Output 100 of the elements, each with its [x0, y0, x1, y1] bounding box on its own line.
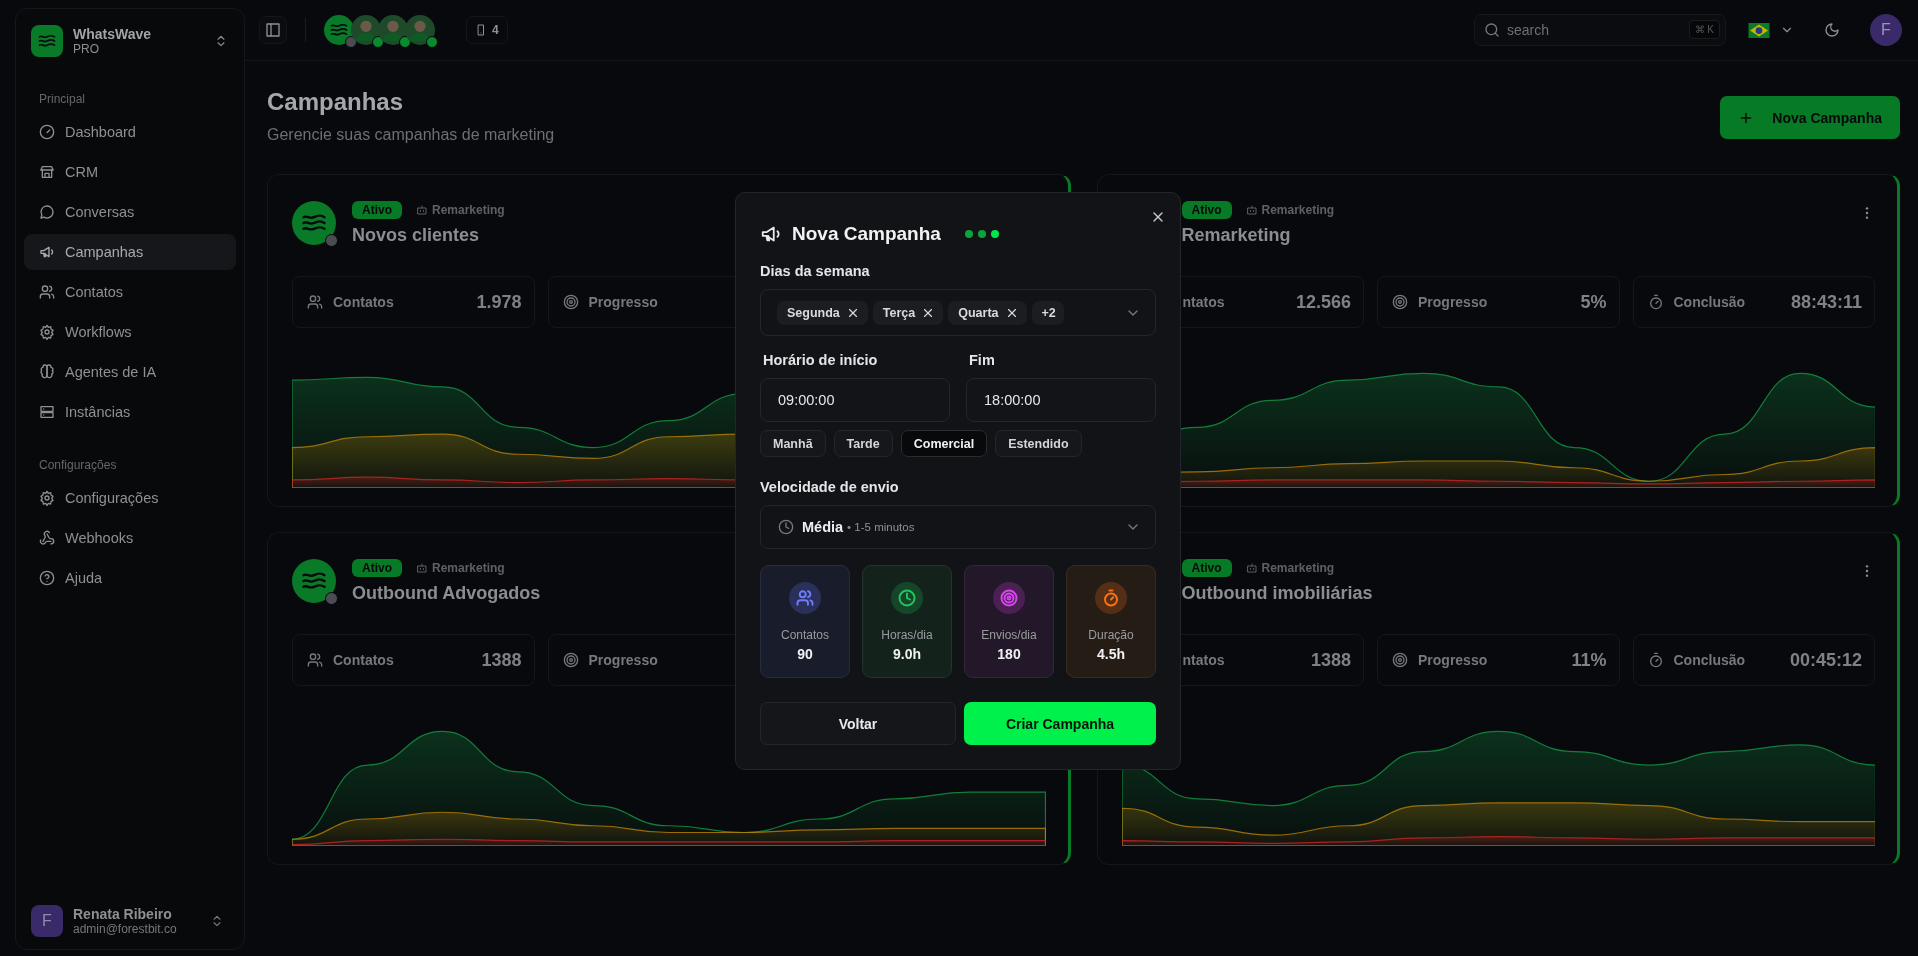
stat-label: ntatos: [1182, 294, 1226, 310]
status-badge: Ativo: [352, 201, 402, 219]
summary-label: Horas/dia: [881, 628, 933, 642]
phone-icon: [475, 24, 487, 36]
robot-icon: [416, 562, 428, 574]
field-label: Horário de início: [762, 352, 879, 368]
more-days-chip[interactable]: +2: [1031, 300, 1064, 325]
sidebar-item[interactable]: Instâncias: [24, 394, 236, 430]
user-menu[interactable]: F Renata Ribeiro admin@forestbit.co: [24, 905, 236, 937]
brain-icon: [39, 364, 55, 380]
sidebar-item[interactable]: Dashboard: [24, 114, 236, 150]
megaphone-icon: [39, 244, 55, 260]
sidebar-item[interactable]: Agentes de IA: [24, 354, 236, 390]
robot-icon: [1245, 204, 1258, 216]
stat-value: 1.978: [476, 291, 522, 313]
users-icon: [307, 294, 323, 310]
panel-icon: [265, 22, 281, 38]
stat-label: Progresso: [1418, 652, 1489, 668]
campaign-name: Novos clientes: [352, 225, 480, 246]
day-chip[interactable]: Segunda: [777, 300, 868, 325]
store-icon: [39, 164, 55, 180]
day-chip[interactable]: Quarta: [948, 300, 1027, 325]
user-email: admin@forestbit.co: [73, 922, 178, 936]
sidebar-item[interactable]: Ajuda: [24, 560, 236, 596]
shortcut-hint: ⌘ K: [1688, 20, 1720, 39]
target-icon: [1392, 652, 1408, 668]
sidebar-item[interactable]: Campanhas: [24, 234, 236, 270]
field-label: Dias da semana: [760, 263, 871, 279]
sidebar-item[interactable]: Configurações: [24, 480, 236, 516]
summary-value: 180: [997, 646, 1021, 662]
gear-icon: [39, 324, 55, 340]
create-campaign-button[interactable]: Criar Campanha: [964, 702, 1156, 745]
section-title: Principal: [38, 92, 87, 106]
day-chip[interactable]: Terça: [872, 300, 944, 325]
campaign-type: Remarketing: [410, 201, 511, 219]
back-button[interactable]: Voltar: [760, 702, 956, 745]
time-preset[interactable]: Comercial: [900, 430, 988, 457]
account-avatar[interactable]: F: [1870, 14, 1902, 46]
instance-avatar[interactable]: [324, 15, 354, 45]
stat-value: 1388: [1310, 649, 1351, 671]
campaign-type: Remarketing: [410, 559, 511, 577]
stat-value: 11%: [1571, 649, 1607, 671]
users-icon: [307, 652, 323, 668]
summary-value: 90: [797, 646, 813, 662]
field-label: Fim: [968, 352, 996, 368]
sidebar-toggle[interactable]: [259, 16, 287, 44]
search-icon: [1484, 22, 1500, 38]
webhook-icon: [39, 530, 55, 546]
stat-value: 5%: [1580, 291, 1607, 313]
sidebar-item[interactable]: Workflows: [24, 314, 236, 350]
field-label: Velocidade de envio: [760, 479, 900, 495]
campaign-name: Outbound imobiliárias: [1181, 583, 1373, 604]
language-select[interactable]: [1748, 22, 1794, 38]
time-preset[interactable]: Estendido: [995, 430, 1082, 457]
stat-label: Progresso: [588, 294, 659, 310]
page-title: Campanhas: [267, 88, 405, 116]
end-time-field[interactable]: 18:00:00: [966, 378, 1156, 422]
speed-select[interactable]: Média • 1-5 minutos: [760, 505, 1156, 549]
sidebar-item[interactable]: Contatos: [24, 274, 236, 310]
device-count[interactable]: 4: [466, 16, 508, 44]
sidebar-item[interactable]: Conversas: [24, 194, 236, 230]
sidebar-item[interactable]: CRM: [24, 154, 236, 190]
days-select[interactable]: Segunda Terça Quarta +2: [760, 289, 1156, 336]
section-title: Configurações: [38, 458, 118, 472]
stat-label: Progresso: [588, 652, 659, 668]
stat-label: Conclusão: [1673, 294, 1747, 310]
stopwatch-icon: [1647, 294, 1664, 310]
users-icon: [39, 284, 55, 300]
time-preset[interactable]: Manhã: [760, 430, 826, 457]
stat-value: 1388: [481, 649, 522, 671]
robot-icon: [1245, 562, 1258, 574]
sidebar-item[interactable]: Webhooks: [24, 520, 236, 556]
start-time-field[interactable]: 09:00:00: [760, 378, 950, 422]
stat-label: Progresso: [1418, 294, 1489, 310]
target-icon: [562, 652, 579, 668]
brand-plan: PRO: [73, 42, 100, 56]
target-icon: [1392, 294, 1408, 310]
time-preset[interactable]: Tarde: [833, 430, 893, 457]
stat-label: ntatos: [1182, 652, 1226, 668]
stopwatch-icon: [1647, 652, 1664, 668]
summary-label: Contatos: [781, 628, 829, 642]
robot-icon: [416, 204, 428, 216]
instance-avatar[interactable]: [405, 15, 435, 45]
brand-name: WhatsWave: [73, 26, 153, 42]
target-icon: [562, 294, 579, 310]
new-campaign-button[interactable]: Nova Campanha: [1720, 96, 1900, 139]
campaign-name: Remarketing: [1181, 225, 1291, 246]
status-badge: Ativo: [352, 559, 402, 577]
server-icon: [39, 404, 55, 420]
summary-value: 9.0h: [893, 646, 921, 662]
settings-icon: [39, 490, 55, 506]
person-icon: [405, 15, 435, 45]
clock-icon: [778, 519, 794, 535]
stat-label: Conclusão: [1673, 652, 1747, 668]
status-badge: Ativo: [1181, 201, 1232, 219]
campaign-name: Outbound Advogados: [352, 583, 541, 604]
campaign-type: Remarketing: [1239, 201, 1341, 219]
stat-label: Contatos: [333, 652, 395, 668]
flag-icon: [1748, 22, 1770, 38]
dialog-title: Nova Campanha: [792, 223, 941, 245]
